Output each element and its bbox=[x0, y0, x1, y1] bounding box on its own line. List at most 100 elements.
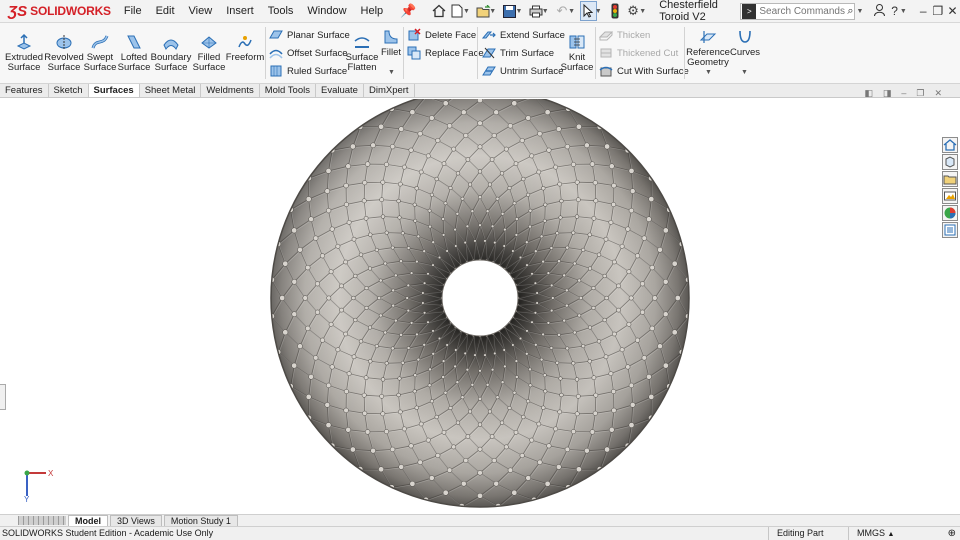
ds-logo-icon: ƷS bbox=[8, 2, 28, 20]
tile-right-icon[interactable]: ◨ bbox=[883, 88, 892, 99]
tile-left-icon[interactable]: ◧ bbox=[864, 88, 873, 99]
title-bar: ƷS SOLIDWORKS File Edit View Insert Tool… bbox=[0, 0, 960, 23]
appearances-icon[interactable] bbox=[942, 205, 958, 221]
filled-surface-icon bbox=[201, 36, 217, 49]
curves-dropdown-icon[interactable]: ▼ bbox=[741, 69, 748, 76]
task-pane-home-icon[interactable] bbox=[942, 137, 958, 153]
command-prompt-icon: > bbox=[742, 3, 757, 19]
thicken-button[interactable]: Thicken bbox=[599, 28, 650, 42]
close-icon[interactable]: ✕ bbox=[945, 4, 960, 18]
chevron-down-icon[interactable]: ▼ bbox=[639, 8, 646, 15]
curves-button[interactable]: Curves bbox=[730, 28, 760, 58]
trim-surface-icon bbox=[482, 47, 496, 59]
feature-tree-flyout-handle[interactable] bbox=[0, 384, 6, 410]
chevron-down-icon[interactable]: ▼ bbox=[857, 8, 864, 15]
document-title: Chesterfield Toroid V2 bbox=[659, 0, 718, 23]
chevron-down-icon[interactable]: ▼ bbox=[463, 8, 470, 15]
filled-surface-button[interactable]: Filled Surface bbox=[193, 33, 225, 73]
cut-with-surface-button[interactable]: Cut With Surface bbox=[599, 64, 689, 78]
tab-sketch[interactable]: Sketch bbox=[49, 84, 89, 97]
tab-evaluate[interactable]: Evaluate bbox=[316, 84, 364, 97]
lofted-surface-button[interactable]: Lofted Surface bbox=[118, 33, 150, 73]
triad-y-label: Y bbox=[24, 495, 30, 502]
boundary-surface-button[interactable]: Boundary Surface bbox=[151, 33, 191, 73]
delete-face-button[interactable]: Delete Face bbox=[407, 28, 476, 42]
quick-tips-icon[interactable]: ⊕ bbox=[948, 527, 956, 540]
offset-surface-button[interactable]: Offset Surface bbox=[269, 46, 348, 60]
trim-surface-button[interactable]: Trim Surface bbox=[482, 46, 554, 60]
pin-icon[interactable]: 📌 bbox=[400, 3, 416, 19]
traffic-light-icon[interactable] bbox=[607, 1, 623, 21]
chevron-down-icon[interactable]: ▼ bbox=[900, 8, 907, 15]
tab-scroll-control[interactable] bbox=[18, 516, 66, 525]
thicken-icon bbox=[599, 31, 613, 41]
viewport-restore-icon[interactable]: ❐ bbox=[916, 88, 924, 99]
viewport-close-icon[interactable]: ✕ bbox=[934, 88, 942, 99]
chevron-down-icon[interactable]: ▼ bbox=[542, 8, 549, 15]
menu-file[interactable]: File bbox=[117, 5, 149, 17]
extruded-surface-button[interactable]: Extruded Surface bbox=[5, 33, 43, 73]
replace-face-button[interactable]: Replace Face bbox=[407, 46, 484, 60]
cut-with-surface-icon bbox=[599, 66, 613, 77]
home-icon[interactable] bbox=[430, 1, 446, 21]
surface-flatten-button[interactable]: Surface Flatten bbox=[344, 33, 380, 73]
tab-surfaces[interactable]: Surfaces bbox=[88, 84, 140, 97]
search-input[interactable] bbox=[759, 5, 848, 17]
fillet-button[interactable]: Fillet bbox=[380, 28, 402, 58]
freeform-button[interactable]: Freeform bbox=[226, 33, 264, 63]
graphics-area[interactable] bbox=[0, 86, 960, 514]
menu-edit[interactable]: Edit bbox=[149, 5, 182, 17]
tab-dimxpert[interactable]: DimXpert bbox=[364, 84, 415, 97]
search-icon[interactable]: ⌕ bbox=[847, 5, 853, 18]
design-library-icon[interactable] bbox=[942, 154, 958, 170]
menu-window[interactable]: Window bbox=[300, 5, 353, 17]
toroid-model[interactable] bbox=[0, 86, 960, 514]
solidworks-logo[interactable]: ƷS SOLIDWORKS bbox=[0, 0, 111, 23]
command-manager-tabs: Features Sketch Surfaces Sheet Metal Wel… bbox=[0, 83, 960, 98]
planar-surface-button[interactable]: Planar Surface bbox=[269, 28, 350, 42]
ribbon-separator bbox=[684, 27, 685, 79]
planar-surface-icon bbox=[269, 30, 283, 39]
restore-icon[interactable]: ❐ bbox=[931, 4, 946, 18]
thickened-cut-button[interactable]: Thickened Cut bbox=[599, 46, 678, 60]
chevron-down-icon[interactable]: ▼ bbox=[595, 8, 602, 15]
tab-3d-views[interactable]: 3D Views bbox=[110, 514, 162, 527]
chevron-down-icon[interactable]: ▼ bbox=[516, 8, 523, 15]
untrim-surface-button[interactable]: Untrim Surface bbox=[482, 64, 563, 78]
menu-view[interactable]: View bbox=[182, 5, 220, 17]
tab-sheet-metal[interactable]: Sheet Metal bbox=[140, 84, 202, 97]
bottom-tabs-bar: Model 3D Views Motion Study 1 bbox=[0, 514, 960, 527]
tab-mold-tools[interactable]: Mold Tools bbox=[260, 84, 316, 97]
revolved-surface-button[interactable]: Revolved Surface bbox=[44, 33, 84, 73]
viewport-minimize-icon[interactable]: – bbox=[901, 88, 906, 99]
reference-geometry-dropdown-icon[interactable]: ▼ bbox=[705, 69, 712, 76]
menu-insert[interactable]: Insert bbox=[219, 5, 261, 17]
search-commands-box[interactable]: > ⌕ bbox=[740, 2, 855, 20]
view-palette-icon[interactable] bbox=[942, 188, 958, 204]
extend-surface-button[interactable]: Extend Surface bbox=[482, 28, 565, 42]
ribbon-separator bbox=[265, 27, 266, 79]
delete-face-icon bbox=[408, 28, 421, 41]
ruled-surface-button[interactable]: Ruled Surface bbox=[269, 64, 347, 78]
task-pane-tabs bbox=[942, 137, 958, 238]
tab-model[interactable]: Model bbox=[68, 514, 108, 527]
unit-system-selector[interactable]: MMGS ▲ bbox=[848, 527, 938, 540]
reference-geometry-button[interactable]: Reference Geometry bbox=[686, 28, 730, 68]
knit-surface-button[interactable]: Knit Surface bbox=[561, 33, 593, 73]
menu-tools[interactable]: Tools bbox=[261, 5, 301, 17]
swept-surface-button[interactable]: Swept Surface bbox=[84, 33, 116, 73]
menu-help[interactable]: Help bbox=[354, 5, 391, 17]
fillet-dropdown-icon[interactable]: ▼ bbox=[388, 69, 395, 76]
user-icon[interactable] bbox=[872, 3, 887, 19]
offset-surface-icon bbox=[269, 49, 283, 59]
tab-motion-study-1[interactable]: Motion Study 1 bbox=[163, 514, 238, 527]
chevron-down-icon[interactable]: ▼ bbox=[489, 8, 496, 15]
custom-properties-icon[interactable] bbox=[942, 222, 958, 238]
chevron-down-icon[interactable]: ▼ bbox=[568, 8, 575, 15]
surface-flatten-icon bbox=[354, 37, 370, 48]
tab-features[interactable]: Features bbox=[0, 84, 49, 97]
logo-text: SOLIDWORKS bbox=[30, 4, 111, 18]
tab-weldments[interactable]: Weldments bbox=[201, 84, 260, 97]
file-explorer-icon[interactable] bbox=[942, 171, 958, 187]
minimize-icon[interactable]: – bbox=[916, 4, 931, 18]
